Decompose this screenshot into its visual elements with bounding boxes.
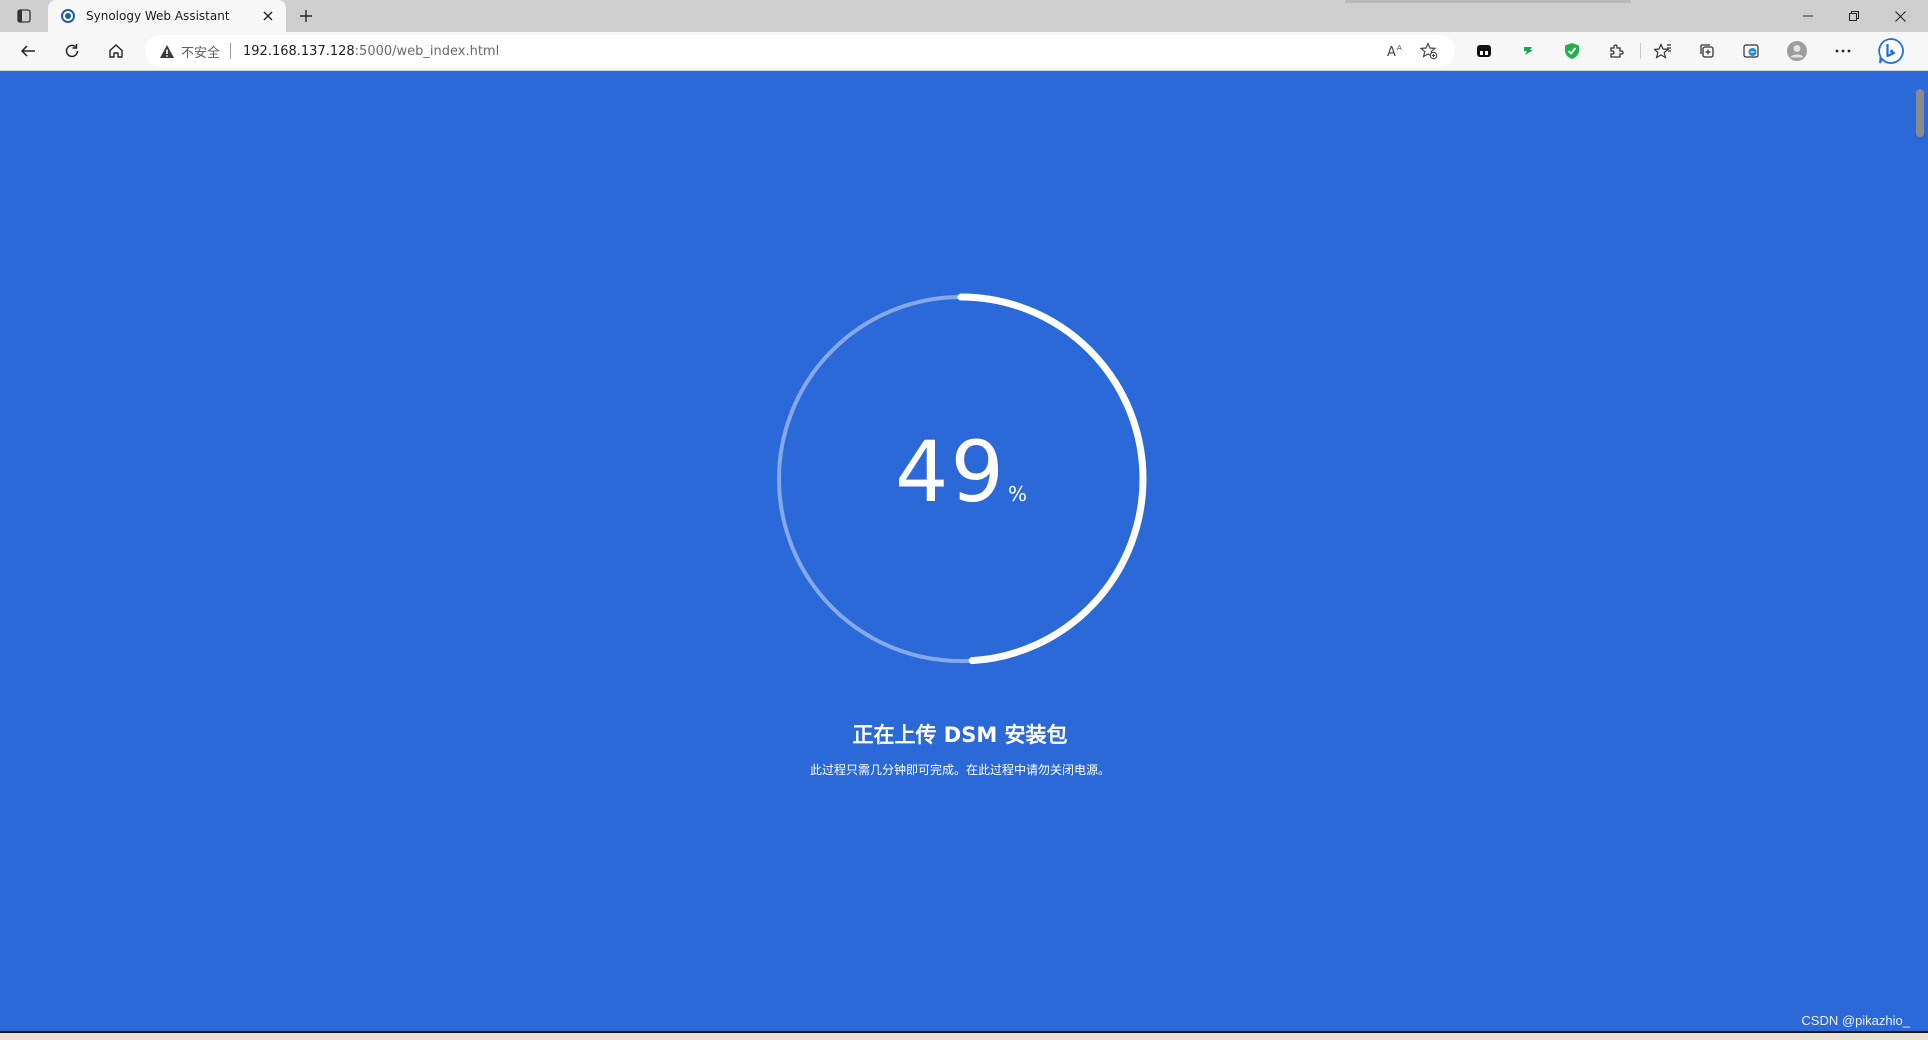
minimize-icon xyxy=(1803,15,1813,17)
minimize-button[interactable] xyxy=(1785,0,1831,32)
browser-toolbar: 不安全 192.168.137.128:5000/web_index.html … xyxy=(0,32,1928,71)
tab-actions-icon xyxy=(17,9,31,23)
more-menu-button[interactable] xyxy=(1827,37,1859,65)
avatar-icon xyxy=(1787,41,1807,61)
close-window-button[interactable] xyxy=(1877,0,1923,32)
page-scrollbar[interactable] xyxy=(1912,71,1928,1031)
url-path: :5000/web_index.html xyxy=(354,43,500,59)
browser-tab[interactable]: Synology Web Assistant xyxy=(48,0,286,32)
refresh-button[interactable] xyxy=(56,37,88,65)
plus-icon xyxy=(300,10,312,22)
extension-button-1[interactable] xyxy=(1468,37,1500,65)
flag-icon xyxy=(1524,47,1533,55)
read-aloud-icon[interactable]: AA xyxy=(1381,39,1409,63)
watermark-text: CSDN @pikazhio_ xyxy=(1801,1013,1910,1028)
bing-icon xyxy=(1878,38,1904,64)
restore-icon xyxy=(1849,11,1859,21)
extensions-button[interactable] xyxy=(1600,37,1632,65)
back-button[interactable] xyxy=(12,37,44,65)
progress-readout: 49% xyxy=(775,423,1147,521)
tab-close-icon[interactable] xyxy=(258,6,278,26)
address-bar[interactable]: 不安全 192.168.137.128:5000/web_index.html … xyxy=(145,35,1455,67)
security-label[interactable]: 不安全 xyxy=(181,42,220,61)
toolbar-divider xyxy=(1640,43,1641,59)
shield-icon xyxy=(1565,43,1579,59)
close-icon xyxy=(1894,10,1906,22)
puzzle-icon xyxy=(1610,44,1624,58)
synology-icon xyxy=(60,8,76,24)
url-text[interactable]: 192.168.137.128:5000/web_index.html xyxy=(243,44,499,59)
new-tab-button[interactable] xyxy=(294,4,318,28)
url-separator xyxy=(230,43,232,59)
svg-text:A: A xyxy=(1397,44,1402,52)
favorites-button[interactable] xyxy=(1647,37,1679,65)
extension-button-2[interactable] xyxy=(1512,37,1544,65)
home-button[interactable] xyxy=(100,37,132,65)
home-icon xyxy=(109,44,123,58)
scrollbar-thumb[interactable] xyxy=(1916,89,1924,137)
restore-button[interactable] xyxy=(1831,0,1877,32)
install-progress-page: 49% 正在上传 DSM 安装包 此过程只需几分钟即可完成。在此过程中请勿关闭电… xyxy=(0,71,1912,1031)
warning-icon[interactable] xyxy=(159,43,175,59)
extension-button-3[interactable] xyxy=(1556,37,1588,65)
svg-text:A: A xyxy=(1387,45,1396,59)
favorites-icon xyxy=(1654,43,1671,59)
taskbar-edge xyxy=(0,1031,1928,1040)
collections-button[interactable] xyxy=(1691,37,1723,65)
progress-unit: % xyxy=(1007,482,1027,506)
bing-chat-button[interactable] xyxy=(1874,35,1908,67)
add-favorite-icon[interactable] xyxy=(1415,39,1443,63)
ie-mode-icon xyxy=(1743,44,1759,58)
collections-icon xyxy=(1700,44,1714,58)
browser-title-bar: Synology Web Assistant xyxy=(0,0,1928,32)
url-host: 192.168.137.128 xyxy=(243,43,355,59)
status-title: 正在上传 DSM 安装包 xyxy=(852,723,1068,747)
status-description: 此过程只需几分钟即可完成。在此过程中请勿关闭电源。 xyxy=(809,763,1110,777)
game-pad-icon xyxy=(1477,45,1491,57)
back-arrow-icon xyxy=(20,45,35,57)
progress-value: 49 xyxy=(895,423,1006,521)
ie-mode-button[interactable] xyxy=(1735,37,1767,65)
tab-actions-button[interactable] xyxy=(10,4,38,28)
profile-button[interactable] xyxy=(1781,37,1813,65)
refresh-icon xyxy=(65,44,79,58)
tab-title: Synology Web Assistant xyxy=(86,9,230,23)
more-dots-icon xyxy=(1835,49,1851,53)
menu-shadow-strip xyxy=(1345,0,1631,3)
